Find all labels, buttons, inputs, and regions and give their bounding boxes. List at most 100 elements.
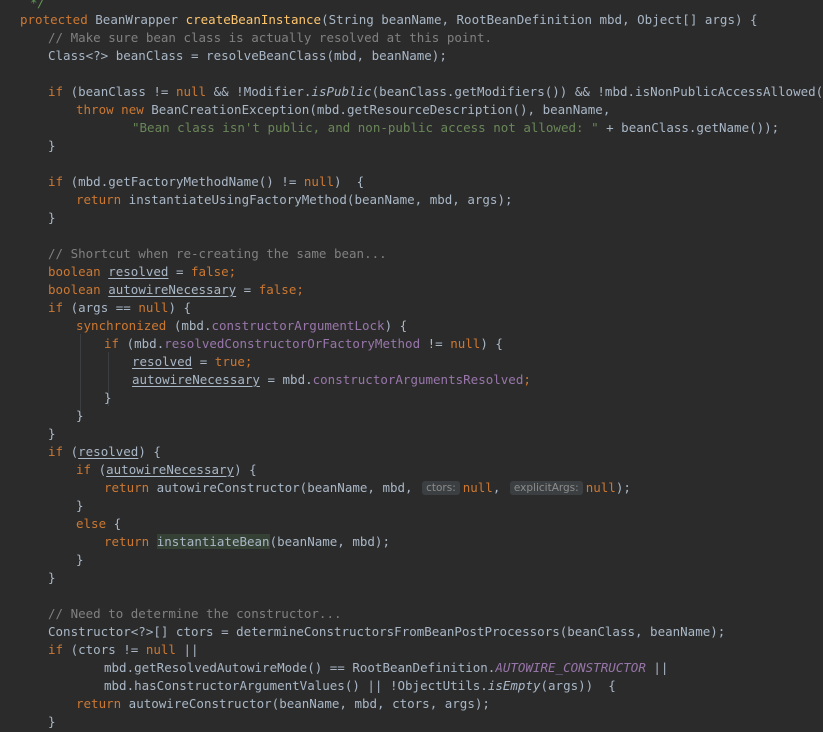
- method-name: createBeanInstance: [185, 12, 322, 27]
- semicolon: ;: [523, 372, 531, 387]
- code-text: ) {: [384, 318, 408, 333]
- brace: }: [48, 210, 56, 225]
- keyword: if: [48, 300, 64, 315]
- keyword: null: [585, 480, 616, 495]
- code-text: (ctors !=: [63, 642, 146, 657]
- semicolon: ;: [296, 282, 304, 297]
- doc-comment: */: [30, 0, 46, 10]
- keyword: if: [104, 336, 120, 351]
- code-text: ) {: [234, 462, 257, 477]
- code-line: autowireNecessary = mbd.constructorArgum…: [132, 371, 531, 389]
- keyword: synchronized: [76, 318, 167, 333]
- code-line: return autowireConstructor(beanName, mbd…: [104, 479, 631, 497]
- code-line: synchronized (mbd.constructorArgumentLoc…: [76, 317, 407, 335]
- code-line: if (autowireNecessary) {: [76, 461, 257, 479]
- code-line: return instantiateBean(beanName, mbd);: [104, 533, 390, 551]
- code-line: }: [48, 569, 56, 587]
- code-text: =: [168, 264, 192, 279]
- semicolon: ;: [244, 354, 253, 369]
- code-text: (: [91, 462, 107, 477]
- variable: resolved: [78, 444, 139, 459]
- brace: }: [104, 390, 112, 405]
- code-text: ) {: [480, 336, 503, 351]
- statement: Class<?> beanClass = resolveBeanClass(mb…: [48, 48, 447, 63]
- code-line: return autowireConstructor(beanName, mbd…: [76, 695, 490, 713]
- code-text: =: [236, 282, 259, 297]
- code-line: }: [76, 551, 84, 569]
- keyword: boolean: [48, 282, 101, 297]
- code-text: (args ==: [70, 300, 139, 315]
- keyword: false: [191, 264, 229, 279]
- brace: }: [76, 408, 84, 423]
- code-text: (mbd.: [119, 336, 165, 351]
- keyword: new: [121, 102, 144, 117]
- variable: resolved: [108, 264, 169, 279]
- code-text: ) {: [138, 444, 161, 459]
- code-line: }: [48, 713, 56, 731]
- keyword: return: [76, 696, 122, 711]
- brace: }: [76, 498, 84, 513]
- keyword: null: [175, 84, 207, 99]
- brace: }: [48, 426, 56, 441]
- keyword: if: [48, 174, 64, 189]
- brace: }: [48, 714, 56, 729]
- code-line: }: [48, 209, 56, 227]
- code-line: if (beanClass != null && !Modifier.isPub…: [48, 83, 823, 101]
- semicolon: ;: [228, 264, 237, 279]
- keyword: false: [258, 282, 297, 297]
- code-editor[interactable]: */ protected BeanWrapper createBeanInsta…: [0, 0, 823, 732]
- code-line: if (resolved) {: [48, 443, 161, 461]
- static-method: isEmpty: [487, 678, 541, 693]
- code-line: // Make sure bean class is actually reso…: [48, 29, 492, 47]
- code-text: =: [192, 354, 215, 369]
- static-method: isPublic: [311, 84, 372, 99]
- variable: resolved: [132, 354, 193, 369]
- code-line: }: [104, 389, 112, 407]
- keyword: else: [76, 516, 107, 531]
- code-text: ) {: [334, 174, 365, 189]
- brace: }: [76, 552, 84, 567]
- keyword: return: [76, 192, 122, 207]
- code-text: = mbd.: [259, 372, 313, 387]
- keyword: protected: [20, 12, 88, 27]
- keyword: if: [48, 444, 64, 459]
- code-line: // Shortcut when re-creating the same be…: [48, 245, 387, 263]
- brace: }: [48, 570, 56, 585]
- code-text: && !Modifier.: [206, 84, 312, 99]
- highlighted-method: instantiateBean: [156, 534, 270, 549]
- code-line: throw new BeanCreationException(mbd.getR…: [76, 101, 610, 119]
- keyword: throw: [76, 102, 114, 117]
- variable: autowireNecessary: [132, 372, 260, 387]
- code-text: !=: [420, 336, 451, 351]
- keyword: boolean: [48, 264, 101, 279]
- constant: AUTOWIRE_CONSTRUCTOR: [495, 660, 646, 675]
- parameter-list: (String beanName, RootBeanDefinition mbd…: [321, 12, 758, 27]
- code-text: );: [615, 480, 631, 495]
- code-text: (args)) {: [540, 678, 616, 693]
- keyword: null: [138, 300, 169, 315]
- keyword: return: [104, 480, 150, 495]
- code-text: (: [63, 444, 79, 459]
- statement: Constructor<?>[] ctors = determineConstr…: [48, 624, 726, 639]
- code-line: protected BeanWrapper createBeanInstance…: [20, 11, 758, 29]
- code-text: ||: [645, 660, 669, 675]
- keyword: return: [104, 534, 150, 549]
- code-text: {: [106, 516, 122, 531]
- code-text: autowireConstructor(beanName, mbd,: [149, 480, 421, 495]
- keyword: if: [48, 84, 64, 99]
- field: constructorArgumentLock: [211, 318, 385, 333]
- code-line: }: [48, 425, 56, 443]
- comment: // Shortcut when re-creating the same be…: [48, 246, 387, 261]
- keyword: if: [48, 642, 64, 657]
- keyword: true: [214, 354, 245, 369]
- code-line: "Bean class isn't public, and non-public…: [132, 119, 779, 137]
- parameter-hint: ctors:: [422, 481, 460, 495]
- code-line: resolved = true;: [132, 353, 252, 371]
- code-line: Class<?> beanClass = resolveBeanClass(mb…: [48, 47, 447, 65]
- code-text: ,: [492, 480, 508, 495]
- code-text: (beanClass !=: [63, 84, 176, 99]
- brace: }: [48, 138, 56, 153]
- keyword: null: [462, 480, 493, 495]
- code-line: }: [48, 137, 56, 155]
- code-text: (beanName, mbd);: [269, 534, 390, 549]
